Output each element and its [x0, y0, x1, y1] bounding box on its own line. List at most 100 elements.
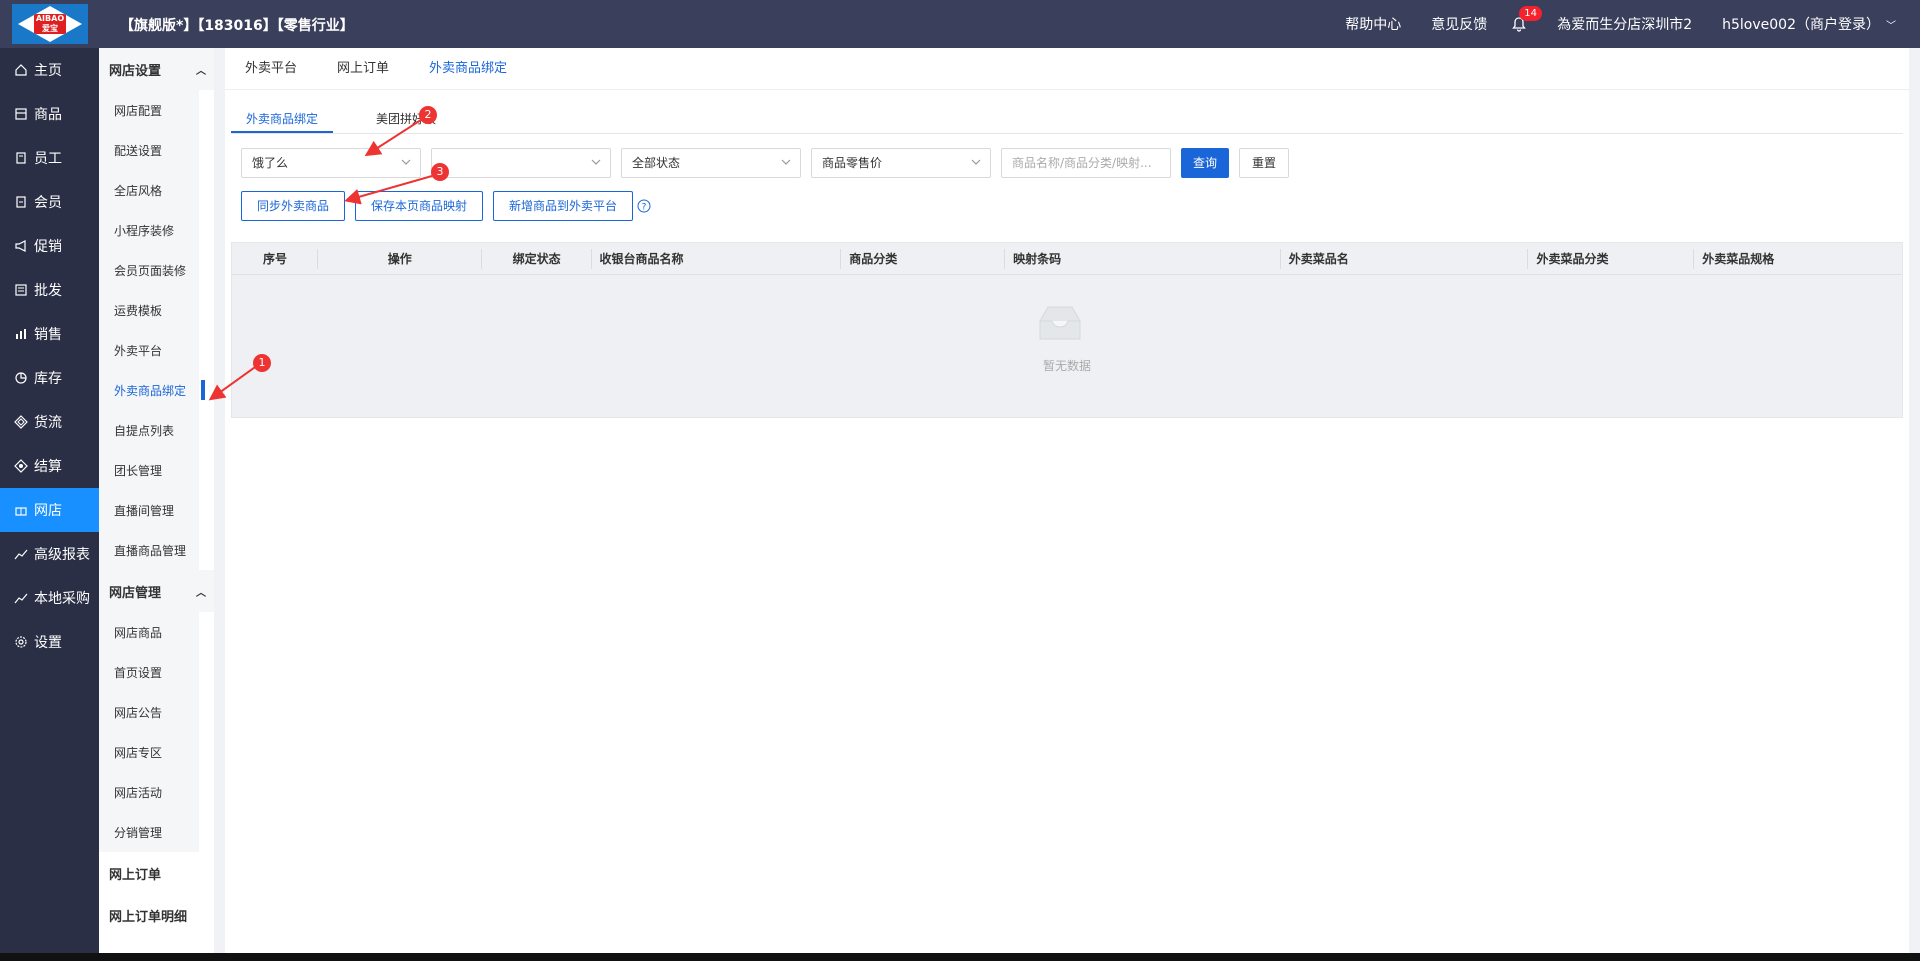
status-select[interactable]: 全部状态: [621, 148, 801, 178]
feedback-link[interactable]: 意见反馈: [1431, 14, 1487, 34]
nav-item-label: 货流: [34, 415, 62, 431]
sales-icon: [14, 327, 28, 341]
nav-item-13[interactable]: 设置: [0, 620, 99, 664]
subnav-item[interactable]: 直播间管理: [99, 490, 199, 530]
nav-item-7[interactable]: 库存: [0, 356, 99, 400]
tab-0[interactable]: 外卖平台: [245, 48, 297, 90]
nav-item-label: 本地采购: [34, 591, 90, 607]
bell-icon[interactable]: 14: [1511, 6, 1542, 32]
help-center-link[interactable]: 帮助中心: [1345, 14, 1401, 34]
nav-item-label: 员工: [34, 151, 62, 167]
subnav-item[interactable]: 直播商品管理: [99, 530, 199, 570]
sub-nav: 网店设置 ︿ 网店配置 配送设置 全店风格 小程序装修 会员页面装修 运费模板 外卖平台 外卖商…: [99, 48, 214, 953]
subnav-item[interactable]: 自提点列表: [99, 410, 199, 450]
sync-takeout-goods-button[interactable]: 同步外卖商品: [241, 191, 346, 221]
platform-value: 饿了么: [252, 156, 289, 170]
subnav-item[interactable]: 网店活动: [99, 772, 199, 812]
subnav-item[interactable]: 网店公告: [99, 692, 199, 732]
nav-item-3[interactable]: 会员: [0, 180, 99, 224]
wholesale-icon: [14, 283, 28, 297]
subnav-item[interactable]: 全店风格: [99, 170, 199, 210]
nav-item-2[interactable]: 员工: [0, 136, 99, 180]
nav-item-label: 主页: [34, 63, 62, 79]
gear-icon: [14, 635, 28, 649]
column-header[interactable]: 外卖菜品名: [1281, 243, 1529, 275]
subtab-1[interactable]: 美团拼好饭: [361, 104, 451, 133]
add-to-platform-button[interactable]: 新增商品到外卖平台: [493, 191, 634, 221]
column-header[interactable]: 序号: [232, 243, 318, 275]
sub-tabs: 外卖商品绑定 美团拼好饭: [231, 104, 1903, 134]
subnav-item[interactable]: 会员页面装修: [99, 250, 199, 290]
subnav-item[interactable]: 运费模板: [99, 290, 199, 330]
subnav-item[interactable]: 网店专区: [99, 732, 199, 772]
empty-box-icon: [1034, 303, 1086, 343]
chart-icon: [14, 591, 28, 605]
column-header[interactable]: 外卖菜品规格: [1694, 243, 1902, 275]
nav-item-8[interactable]: 货流: [0, 400, 99, 444]
platform-select[interactable]: 饿了么: [241, 148, 421, 178]
subnav-group-shop-settings[interactable]: 网店设置 ︿: [99, 48, 214, 90]
home-icon: [14, 63, 28, 77]
goods-icon: [14, 107, 28, 121]
table-header: 序号 操作 绑定状态 收银台商品名称 商品分类 映射条码 外卖菜品名 外卖菜品分类 外卖菜品规格: [232, 243, 1902, 275]
subnav-item[interactable]: 网店商品: [99, 612, 199, 652]
column-header[interactable]: 商品分类: [841, 243, 1006, 275]
user-menu[interactable]: h5love002（商户登录） ﹀: [1722, 14, 1896, 34]
nav-item-0[interactable]: 主页: [0, 48, 99, 92]
chevron-down-icon: [590, 156, 602, 168]
subtab-0[interactable]: 外卖商品绑定: [231, 104, 334, 133]
nav-item-label: 库存: [34, 371, 62, 387]
nav-item-label: 会员: [34, 195, 62, 211]
chevron-down-icon: [400, 156, 412, 168]
save-mapping-button[interactable]: 保存本页商品映射: [355, 191, 484, 221]
store-name[interactable]: 為爱而生分店深圳市2: [1557, 14, 1692, 34]
nav-item-5[interactable]: 批发: [0, 268, 99, 312]
annotation-marker-2: 2: [419, 106, 437, 124]
subnav-item[interactable]: 外卖平台: [99, 330, 199, 370]
subnav-item[interactable]: 小程序装修: [99, 210, 199, 250]
column-header-label: 外卖菜品规格: [1702, 252, 1775, 266]
subnav-item[interactable]: 网上订单: [99, 852, 214, 894]
chevron-up-icon: ︿: [196, 66, 206, 77]
column-header-label: 绑定状态: [512, 252, 561, 266]
subnav-item[interactable]: 分销管理: [99, 812, 199, 852]
subnav-item[interactable]: 网店配置: [99, 90, 199, 130]
nav-item-11[interactable]: 高级报表: [0, 532, 99, 576]
query-button[interactable]: 查询: [1181, 148, 1230, 178]
subnav-item[interactable]: 首页设置: [99, 652, 199, 692]
price-value: 商品零售价: [822, 156, 883, 170]
nav-item-label: 网店: [34, 503, 62, 519]
nav-item-9[interactable]: 结算: [0, 444, 99, 488]
nav-item-1[interactable]: 商品: [0, 92, 99, 136]
column-header-label: 外卖菜品名: [1288, 252, 1349, 266]
nav-item-10[interactable]: 网店: [0, 488, 99, 532]
column-header-label: 商品分类: [849, 252, 898, 266]
store-select[interactable]: [431, 148, 611, 178]
price-select[interactable]: 商品零售价: [811, 148, 991, 178]
tab-1[interactable]: 网上订单: [337, 48, 389, 90]
column-header[interactable]: 收银台商品名称: [592, 243, 842, 275]
search-input[interactable]: 商品名称/商品分类/映射...: [1001, 148, 1171, 178]
nav-item-4[interactable]: 促销: [0, 224, 99, 268]
nav-item-6[interactable]: 销售: [0, 312, 99, 356]
subnav-item[interactable]: 配送设置: [99, 130, 199, 170]
subnav-item[interactable]: 网上订单明细: [99, 894, 214, 936]
subnav-item[interactable]: 团长管理: [99, 450, 199, 490]
column-header[interactable]: 绑定状态: [482, 243, 592, 275]
column-header[interactable]: 外卖菜品分类: [1528, 243, 1695, 275]
nav-item-12[interactable]: 本地采购: [0, 576, 99, 620]
subnav-group-shop-manage[interactable]: 网店管理 ︿: [99, 570, 214, 612]
group-title: 网店管理: [109, 585, 162, 601]
tab-2[interactable]: 外卖商品绑定: [429, 48, 507, 90]
chevron-down-icon: ﹀: [1886, 21, 1896, 32]
logo[interactable]: AIBAO 爱宝: [12, 4, 88, 44]
subnav-item[interactable]: 外卖商品绑定: [99, 370, 205, 410]
promo-icon: [14, 239, 28, 253]
nav-item-label: 销售: [34, 327, 62, 343]
column-header[interactable]: 映射条码: [1005, 243, 1281, 275]
nav-item-label: 高级报表: [34, 547, 90, 563]
column-header[interactable]: 操作: [318, 243, 482, 275]
reset-button[interactable]: 重置: [1239, 148, 1290, 178]
help-icon[interactable]: ?: [637, 199, 651, 213]
nav-item-label: 批发: [34, 283, 62, 299]
